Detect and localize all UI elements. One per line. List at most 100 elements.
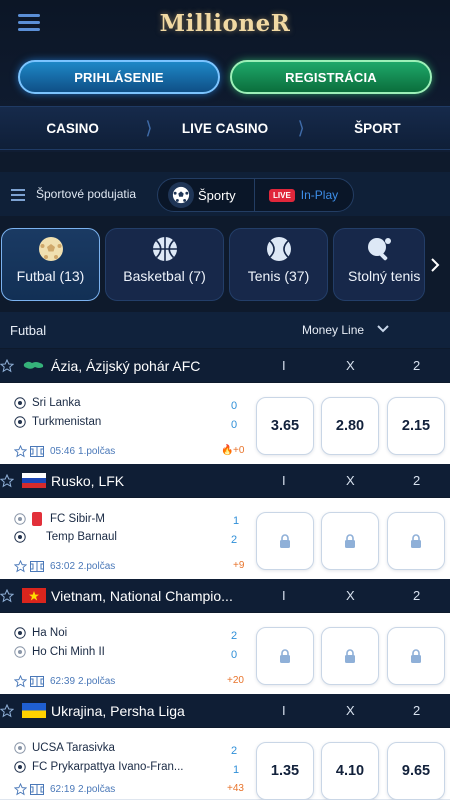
more-markets-count[interactable]: +0 bbox=[233, 445, 244, 456]
odd-draw[interactable]: 2.80 bbox=[321, 397, 379, 455]
match-row[interactable]: FC Sibir-M Temp Barnaul 1 2 63:02 2.polč… bbox=[0, 498, 450, 580]
sport-menu-icon[interactable] bbox=[11, 189, 25, 202]
team-name: FC Prykarpattya Ivano-Fran... bbox=[32, 761, 184, 773]
odd-home[interactable]: 1.35 bbox=[256, 742, 314, 800]
soccer-ball-icon bbox=[14, 646, 26, 658]
col-x: X bbox=[346, 358, 355, 373]
star-icon[interactable] bbox=[0, 359, 14, 373]
soccer-ball-icon bbox=[14, 416, 26, 428]
soccer-ball-icon bbox=[14, 397, 26, 409]
score-home: 2 bbox=[231, 630, 238, 642]
nav-casino[interactable]: CASINO bbox=[0, 121, 145, 136]
pitch-icon[interactable] bbox=[30, 446, 44, 457]
league-name: Vietnam, National Champio... bbox=[51, 588, 233, 604]
col-2: 2 bbox=[413, 358, 421, 373]
sport-card-tenis[interactable]: Tenis (37) bbox=[229, 228, 328, 301]
more-markets-count[interactable]: +43 bbox=[227, 783, 244, 794]
star-icon[interactable] bbox=[14, 783, 27, 796]
lock-icon bbox=[345, 533, 355, 548]
register-button[interactable]: REGISTRÁCIA bbox=[230, 60, 432, 94]
sport-card-futbal[interactable]: Futbal (13) bbox=[1, 228, 100, 301]
col-1: I bbox=[282, 703, 286, 718]
match-row[interactable]: UCSA Tarasivka FC Prykarpattya Ivano-Fra… bbox=[0, 728, 450, 800]
odd-away[interactable]: 9.65 bbox=[387, 742, 445, 800]
soccer-ball-icon bbox=[168, 182, 194, 208]
sporty-tab[interactable]: Športy bbox=[160, 178, 254, 212]
match-meta: 62:39 2.polčas bbox=[14, 675, 115, 688]
match-period: 1.polčas bbox=[78, 446, 116, 457]
score-home: 0 bbox=[231, 400, 238, 412]
soccer-ball-icon bbox=[14, 761, 26, 773]
team-name: UCSA Tarasivka bbox=[32, 742, 115, 754]
odd-away[interactable]: 2.15 bbox=[387, 397, 445, 455]
sport-card-basketbal[interactable]: Basketbal (7) bbox=[105, 228, 224, 301]
market-selector[interactable]: Money Line bbox=[302, 323, 364, 337]
odd-draw[interactable]: 4.10 bbox=[321, 742, 379, 800]
team-home: FC Sibir-M bbox=[14, 512, 105, 526]
star-icon[interactable] bbox=[14, 560, 27, 573]
pitch-icon[interactable] bbox=[30, 784, 44, 795]
pitch-icon[interactable] bbox=[30, 676, 44, 687]
odd-away-locked bbox=[387, 512, 445, 570]
col-2: 2 bbox=[413, 473, 421, 488]
login-button[interactable]: PRIHLÁSENIE bbox=[18, 60, 220, 94]
match-row[interactable]: Ha Noi Ho Chi Minh II 2 0 62:39 2.polčas… bbox=[0, 613, 450, 695]
star-icon[interactable] bbox=[0, 589, 14, 603]
team-home: Ha Noi bbox=[14, 627, 67, 639]
events-header: Futbal Money Line bbox=[0, 312, 450, 348]
fire-icon: 🔥 bbox=[221, 445, 234, 456]
score-home: 2 bbox=[231, 745, 238, 757]
sport-card-label: Futbal (13) bbox=[16, 268, 85, 284]
star-icon[interactable] bbox=[0, 474, 14, 488]
nav-live-casino[interactable]: LIVE CASINO bbox=[152, 121, 297, 136]
col-x: X bbox=[346, 703, 355, 718]
nav-divider: ⟩ bbox=[145, 117, 153, 138]
team-home: Sri Lanka bbox=[14, 397, 81, 409]
col-2: 2 bbox=[413, 588, 421, 603]
live-badge: LIVE bbox=[269, 188, 295, 202]
star-icon[interactable] bbox=[14, 445, 27, 458]
match-time: 62:39 bbox=[50, 676, 76, 687]
col-1: I bbox=[282, 473, 286, 488]
pitch-icon[interactable] bbox=[30, 561, 44, 572]
red-card-icon bbox=[32, 512, 42, 526]
star-icon[interactable] bbox=[0, 704, 14, 718]
team-away: Turkmenistan bbox=[14, 416, 101, 428]
sport-card-label: Basketbal (7) bbox=[123, 268, 206, 284]
col-1: I bbox=[282, 358, 286, 373]
sport-selector: Futbal (13) Basketbal (7) Tenis (37) Sto… bbox=[0, 228, 450, 301]
col-1: I bbox=[282, 588, 286, 603]
league-name: Rusko, LFK bbox=[51, 473, 125, 489]
star-icon[interactable] bbox=[14, 675, 27, 688]
soccer-ball-icon bbox=[14, 531, 26, 543]
inplay-tab[interactable]: LIVE In-Play bbox=[255, 178, 354, 212]
league-name: Ukrajina, Persha Liga bbox=[51, 703, 185, 719]
league-header: Ázia, Ázijský pohár AFC I X 2 bbox=[0, 349, 450, 382]
soccer-ball-icon bbox=[14, 742, 26, 754]
sport-events-title: Športové podujatia bbox=[36, 187, 137, 201]
league-header: Rusko, LFK I X 2 bbox=[0, 464, 450, 497]
league-header: Ukrajina, Persha Liga I X 2 bbox=[0, 694, 450, 727]
match-row[interactable]: Sri Lanka Turkmenistan 0 0 05:46 1.polča… bbox=[0, 383, 450, 465]
col-2: 2 bbox=[413, 703, 421, 718]
sport-card-stolny-tenis[interactable]: Stolný tenis bbox=[333, 228, 425, 301]
match-meta: 63:02 2.polčas bbox=[14, 560, 115, 573]
chevron-right-icon[interactable] bbox=[420, 228, 450, 301]
lock-icon bbox=[345, 648, 355, 663]
logo[interactable]: MillioneR bbox=[0, 10, 450, 37]
score-away: 0 bbox=[231, 419, 238, 431]
lock-icon bbox=[280, 648, 290, 663]
odd-home[interactable]: 3.65 bbox=[256, 397, 314, 455]
team-away: Ho Chi Minh II bbox=[14, 646, 105, 658]
match-meta: 05:46 1.polčas bbox=[14, 445, 115, 458]
more-markets-count[interactable]: +9 bbox=[233, 560, 244, 571]
team-name: FC Sibir-M bbox=[50, 513, 105, 525]
score-away: 2 bbox=[231, 534, 238, 546]
odd-draw-locked bbox=[321, 512, 379, 570]
more-markets-count[interactable]: +20 bbox=[227, 675, 244, 686]
chevron-down-icon[interactable] bbox=[377, 324, 389, 334]
soccer-ball-icon bbox=[14, 513, 26, 525]
tennis-ball-icon bbox=[266, 237, 291, 261]
ukraine-flag-icon bbox=[22, 703, 46, 718]
nav-sport[interactable]: ŠPORT bbox=[305, 121, 450, 136]
